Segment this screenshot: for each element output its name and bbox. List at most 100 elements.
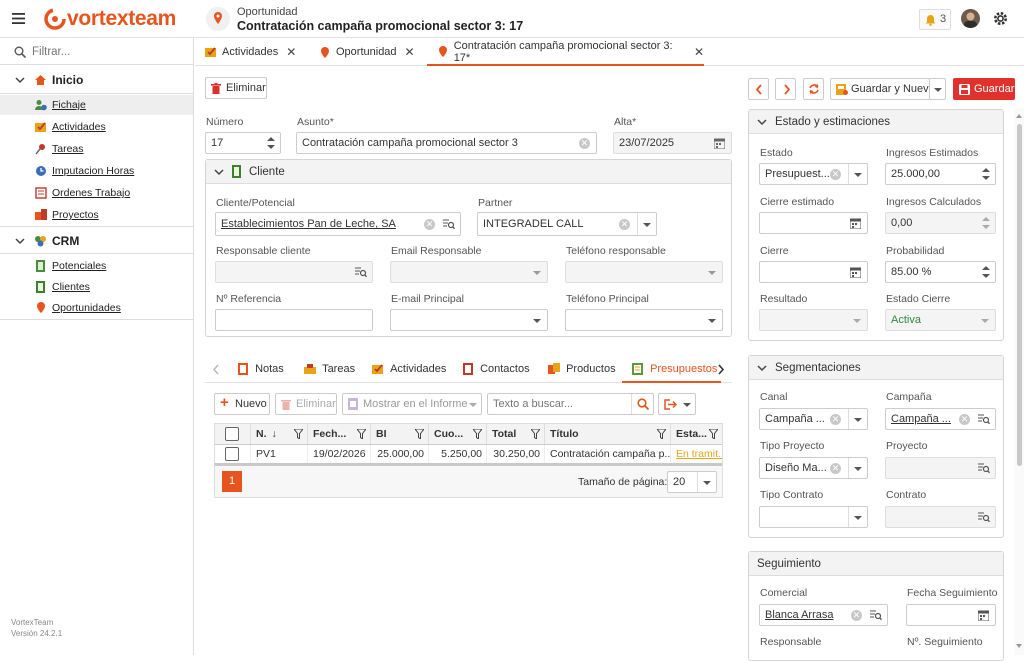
chevron-up-icon[interactable] xyxy=(982,168,990,172)
clear-icon[interactable]: ✕ xyxy=(619,219,630,230)
campana-value[interactable]: Campaña ... xyxy=(891,413,951,425)
chevron-down-icon[interactable] xyxy=(643,223,651,227)
save-button[interactable]: Guardar xyxy=(953,78,1015,100)
prev-button[interactable] xyxy=(748,78,769,100)
subtab-actividades[interactable]: Actividades xyxy=(372,363,446,375)
sidebar-item-imputacion-horas[interactable]: Imputacion Horas xyxy=(0,161,193,181)
campana-field[interactable]: Campaña ... ✕ xyxy=(885,408,996,430)
contrato-field[interactable] xyxy=(885,506,996,528)
clear-icon[interactable]: ✕ xyxy=(424,219,435,230)
lookup-icon[interactable] xyxy=(978,463,990,474)
chevron-down-icon[interactable] xyxy=(533,271,541,275)
scrollbar-thumb[interactable] xyxy=(1017,124,1022,466)
cliente-potencial-value[interactable]: Establecimientos Pan de Leche, SA xyxy=(221,218,396,230)
comercial-value[interactable]: Blanca Arrasa xyxy=(765,609,833,621)
tipo-proyecto-select[interactable]: Diseño Ma... ✕ xyxy=(759,457,868,479)
email-principal-select[interactable] xyxy=(390,309,548,331)
save-new-dropdown[interactable] xyxy=(929,78,946,100)
estado-cierre-select[interactable]: Activa xyxy=(885,309,996,331)
notifications-button[interactable]: 3 xyxy=(919,9,951,30)
show-in-report-button[interactable]: Mostrar en el Informe xyxy=(342,393,482,415)
proyecto-field[interactable] xyxy=(885,457,996,479)
calendar-icon[interactable] xyxy=(714,138,725,149)
subtab-presupuestos[interactable]: Presupuestos xyxy=(622,355,722,383)
chevron-down-icon[interactable] xyxy=(708,271,716,275)
sidebar-item-fichaje[interactable]: Fichaje xyxy=(0,95,193,115)
scroll-down-arrow[interactable] xyxy=(1016,644,1022,648)
alta-date-field[interactable]: 23/07/2025 xyxy=(613,132,732,154)
ingresos-estimados-stepper[interactable]: 25.000,00 xyxy=(885,163,996,185)
estado-select[interactable]: Presupuest... ✕ xyxy=(759,163,868,185)
refresh-button[interactable] xyxy=(803,78,824,100)
sidebar-item-potenciales[interactable]: Potenciales xyxy=(0,256,193,276)
clear-icon[interactable]: ✕ xyxy=(830,414,841,425)
clear-icon[interactable]: ✕ xyxy=(830,169,841,180)
search-button[interactable] xyxy=(631,394,653,414)
tipo-contrato-select[interactable] xyxy=(759,506,868,528)
calendar-icon[interactable] xyxy=(978,610,989,621)
resultado-select[interactable] xyxy=(759,309,868,331)
telefono-principal-select[interactable] xyxy=(565,309,723,331)
delete-button[interactable]: Eliminar xyxy=(205,77,267,99)
menu-icon[interactable] xyxy=(12,13,25,24)
asunto-input[interactable]: Contratación campaña promocional sector … xyxy=(296,132,597,154)
chevron-down-icon[interactable] xyxy=(708,319,716,323)
tab-actividades[interactable]: Actividades ✕ xyxy=(205,45,296,59)
chevron-left-icon[interactable] xyxy=(212,364,220,375)
scroll-up-arrow[interactable] xyxy=(1016,114,1022,118)
estado-panel-header[interactable]: Estado y estimaciones xyxy=(749,110,1003,134)
lookup-icon[interactable] xyxy=(355,267,367,278)
grid-search-input[interactable] xyxy=(493,395,628,413)
fecha-seguimiento-date[interactable] xyxy=(906,604,996,626)
chevron-down-icon[interactable] xyxy=(853,319,861,323)
tab-oportunidad[interactable]: Oportunidad ✕ xyxy=(319,45,415,59)
lookup-icon[interactable] xyxy=(443,219,455,230)
chevron-down-icon[interactable] xyxy=(982,176,990,180)
segmentaciones-panel-header[interactable]: Segmentaciones xyxy=(749,356,1003,380)
cierre-date[interactable] xyxy=(759,261,868,283)
lookup-icon[interactable] xyxy=(870,610,882,621)
lookup-icon[interactable] xyxy=(978,414,990,425)
gear-icon[interactable] xyxy=(992,10,1009,27)
sidebar-item-actividades[interactable]: Actividades xyxy=(0,117,193,137)
chevron-up-icon[interactable] xyxy=(982,217,990,221)
tab-current[interactable]: Contratación campaña promocional sector … xyxy=(427,39,704,66)
sidebar-item-tareas[interactable]: Tareas xyxy=(0,139,193,159)
calendar-icon[interactable] xyxy=(850,267,861,278)
subtab-tareas[interactable]: Tareas xyxy=(304,363,355,375)
chevron-right-icon[interactable] xyxy=(717,364,725,375)
row-checkbox[interactable] xyxy=(225,447,239,461)
export-button[interactable] xyxy=(658,393,696,415)
table-row[interactable]: PV1 19/02/2026 25.000,00 5.250,00 30.250… xyxy=(215,424,722,464)
clear-icon[interactable]: ✕ xyxy=(830,463,841,474)
sidebar-group-crm[interactable]: CRM xyxy=(0,226,193,254)
stepper-icons[interactable] xyxy=(262,133,280,153)
subtab-productos[interactable]: Productos xyxy=(548,363,616,375)
chevron-down-icon[interactable] xyxy=(854,418,862,422)
sidebar-item-proyectos[interactable]: Proyectos xyxy=(0,205,193,225)
sidebar-filter-input[interactable] xyxy=(32,43,182,60)
cell-estado-link[interactable]: En tramit... xyxy=(671,445,722,463)
sidebar-group-inicio[interactable]: Inicio xyxy=(0,66,193,94)
page-button-current[interactable]: 1 xyxy=(222,471,242,492)
sidebar-filter[interactable] xyxy=(0,38,193,65)
clear-icon[interactable]: ✕ xyxy=(579,138,590,149)
chevron-up-icon[interactable] xyxy=(982,266,990,270)
chevron-down-icon[interactable] xyxy=(854,516,862,520)
seguimiento-panel-header[interactable]: Seguimiento xyxy=(749,552,1003,576)
chevron-down-icon[interactable] xyxy=(854,467,862,471)
grid-delete-button[interactable]: Eliminar xyxy=(275,393,337,415)
new-button[interactable]: + Nuevo xyxy=(214,393,270,415)
probabilidad-stepper[interactable]: 85.00 % xyxy=(885,261,996,283)
numero-stepper[interactable]: 17 xyxy=(205,132,281,154)
clear-icon[interactable]: ✕ xyxy=(959,414,970,425)
telefono-responsable-select[interactable] xyxy=(565,261,723,283)
close-icon[interactable]: ✕ xyxy=(694,45,704,59)
sidebar-item-clientes[interactable]: Clientes xyxy=(0,277,193,297)
clear-icon[interactable]: ✕ xyxy=(851,610,862,621)
partner-select[interactable]: INTEGRADEL CALL ✕ xyxy=(477,212,657,236)
page-size-select[interactable]: 20 xyxy=(667,471,717,493)
subtab-contactos[interactable]: Contactos xyxy=(463,363,530,376)
page-scrollbar[interactable] xyxy=(1014,108,1024,655)
chevron-down-icon[interactable] xyxy=(982,274,990,278)
